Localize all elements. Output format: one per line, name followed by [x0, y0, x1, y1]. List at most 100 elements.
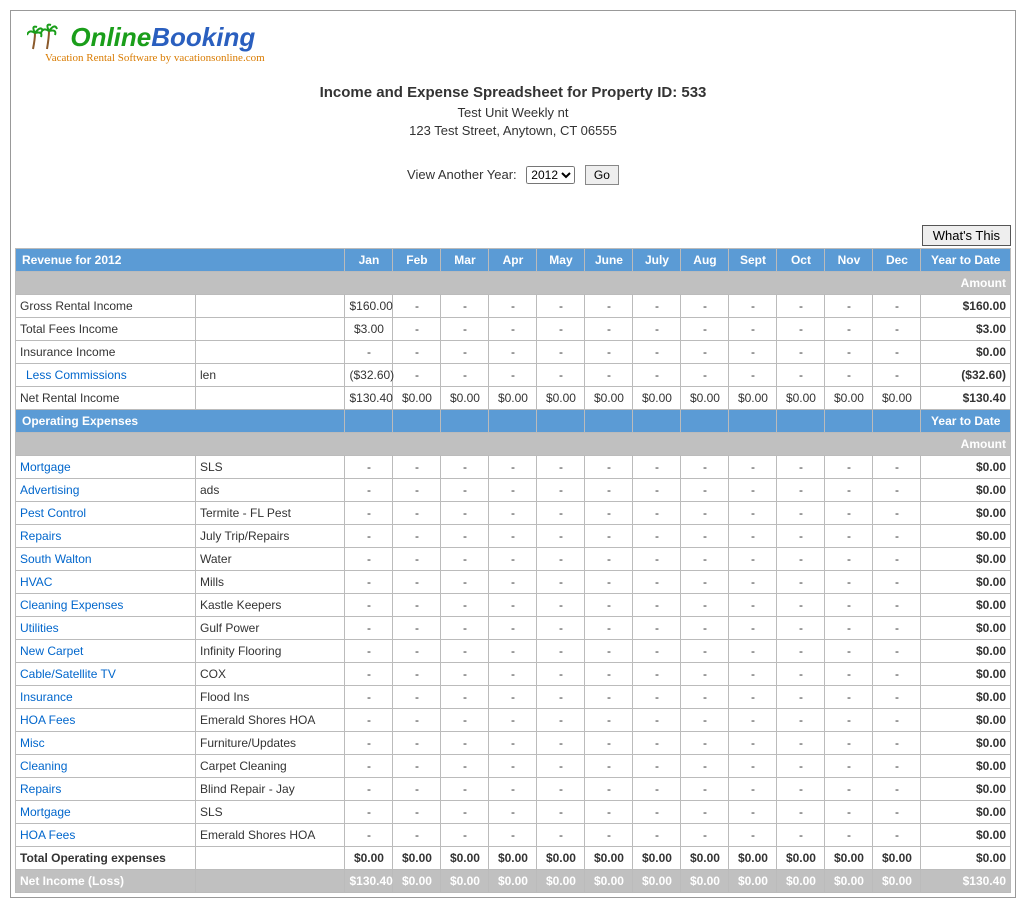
month-cell: - — [393, 709, 441, 732]
month-cell: - — [633, 525, 681, 548]
month-cell: - — [489, 617, 537, 640]
row-label: Net Rental Income — [16, 387, 196, 410]
month-cell: - — [585, 686, 633, 709]
row-label-link[interactable]: Less Commissions — [26, 368, 127, 382]
month-header: Dec — [873, 249, 921, 272]
month-cell: - — [873, 801, 921, 824]
month-cell: - — [825, 778, 873, 801]
month-cell: $0.00 — [825, 387, 873, 410]
month-cell: - — [777, 525, 825, 548]
row-vendor: len — [196, 364, 345, 387]
month-header: Oct — [777, 249, 825, 272]
month-cell: - — [393, 318, 441, 341]
whats-this-button[interactable]: What's This — [922, 225, 1011, 246]
month-cell: - — [393, 801, 441, 824]
row-label-link[interactable]: Utilities — [20, 621, 59, 635]
row-label-link[interactable]: Insurance — [20, 690, 73, 704]
row-label-link[interactable]: Cleaning — [20, 759, 67, 773]
row-label-link[interactable]: Mortgage — [20, 805, 71, 819]
table-row: Cleaning ExpensesKastle Keepers---------… — [16, 594, 1011, 617]
month-cell: - — [489, 456, 537, 479]
month-cell: - — [585, 617, 633, 640]
month-cell: - — [345, 456, 393, 479]
month-cell: $0.00 — [633, 870, 681, 893]
month-cell: - — [873, 617, 921, 640]
month-cell: $0.00 — [585, 870, 633, 893]
month-cell: - — [489, 318, 537, 341]
go-button[interactable]: Go — [585, 165, 619, 185]
row-label-link[interactable]: Advertising — [20, 483, 79, 497]
month-cell: $3.00 — [345, 318, 393, 341]
month-cell: - — [825, 755, 873, 778]
month-cell: - — [585, 571, 633, 594]
row-label-link[interactable]: Repairs — [20, 529, 61, 543]
row-label: HVAC — [16, 571, 196, 594]
month-cell: - — [729, 686, 777, 709]
month-cell: - — [729, 617, 777, 640]
month-cell: - — [585, 456, 633, 479]
month-cell: - — [873, 456, 921, 479]
month-cell: - — [585, 341, 633, 364]
table-row: Cable/Satellite TVCOX------------$0.00 — [16, 663, 1011, 686]
month-cell: - — [825, 525, 873, 548]
month-cell: - — [681, 295, 729, 318]
month-cell: $0.00 — [393, 387, 441, 410]
unit-address: 123 Test Street, Anytown, CT 06555 — [15, 122, 1011, 140]
row-label-link[interactable]: Pest Control — [20, 506, 86, 520]
row-label: Less Commissions — [16, 364, 196, 387]
row-label-link[interactable]: New Carpet — [20, 644, 83, 658]
row-label-link[interactable]: HVAC — [20, 575, 52, 589]
row-label-link[interactable]: South Walton — [20, 552, 92, 566]
month-cell: - — [585, 640, 633, 663]
month-cell: - — [393, 341, 441, 364]
month-cell: - — [825, 709, 873, 732]
month-cell: - — [681, 640, 729, 663]
table-row: Gross Rental Income$160.00-----------$16… — [16, 295, 1011, 318]
month-cell: - — [585, 732, 633, 755]
month-cell: $0.00 — [633, 847, 681, 870]
month-cell: - — [345, 640, 393, 663]
month-cell: - — [489, 709, 537, 732]
row-label: Cleaning Expenses — [16, 594, 196, 617]
month-cell: - — [393, 571, 441, 594]
year-select[interactable]: 2012 — [526, 166, 575, 184]
month-cell: - — [681, 617, 729, 640]
month-cell: - — [681, 341, 729, 364]
row-label-link[interactable]: Misc — [20, 736, 45, 750]
month-cell: - — [393, 824, 441, 847]
page-container: OnlineBooking Vacation Rental Software b… — [10, 10, 1016, 898]
row-label-link[interactable]: Repairs — [20, 782, 61, 796]
header-info: Income and Expense Spreadsheet for Prope… — [15, 84, 1011, 140]
row-label-link[interactable]: Cleaning Expenses — [20, 598, 123, 612]
row-label-link[interactable]: Mortgage — [20, 460, 71, 474]
row-vendor — [196, 847, 345, 870]
month-cell: $0.00 — [873, 847, 921, 870]
month-cell: - — [537, 801, 585, 824]
month-cell: - — [489, 755, 537, 778]
month-cell: - — [873, 640, 921, 663]
row-label: HOA Fees — [16, 824, 196, 847]
row-label-link[interactable]: HOA Fees — [20, 713, 75, 727]
month-header: July — [633, 249, 681, 272]
month-cell: $0.00 — [441, 870, 489, 893]
month-cell: - — [777, 640, 825, 663]
row-label-link[interactable]: Cable/Satellite TV — [20, 667, 116, 681]
month-cell: - — [825, 594, 873, 617]
row-label: Total Fees Income — [16, 318, 196, 341]
month-cell: - — [345, 502, 393, 525]
row-label: Insurance Income — [16, 341, 196, 364]
ytd-cell: $0.00 — [921, 801, 1011, 824]
ytd-cell: $0.00 — [921, 847, 1011, 870]
month-cell: - — [633, 663, 681, 686]
row-label-link[interactable]: HOA Fees — [20, 828, 75, 842]
month-cell: - — [825, 640, 873, 663]
month-cell: - — [729, 341, 777, 364]
month-cell: - — [537, 525, 585, 548]
month-cell: - — [633, 502, 681, 525]
month-cell: - — [489, 479, 537, 502]
month-cell: - — [441, 663, 489, 686]
month-cell: - — [777, 571, 825, 594]
month-cell: - — [393, 525, 441, 548]
month-cell: - — [633, 755, 681, 778]
month-cell: - — [681, 824, 729, 847]
